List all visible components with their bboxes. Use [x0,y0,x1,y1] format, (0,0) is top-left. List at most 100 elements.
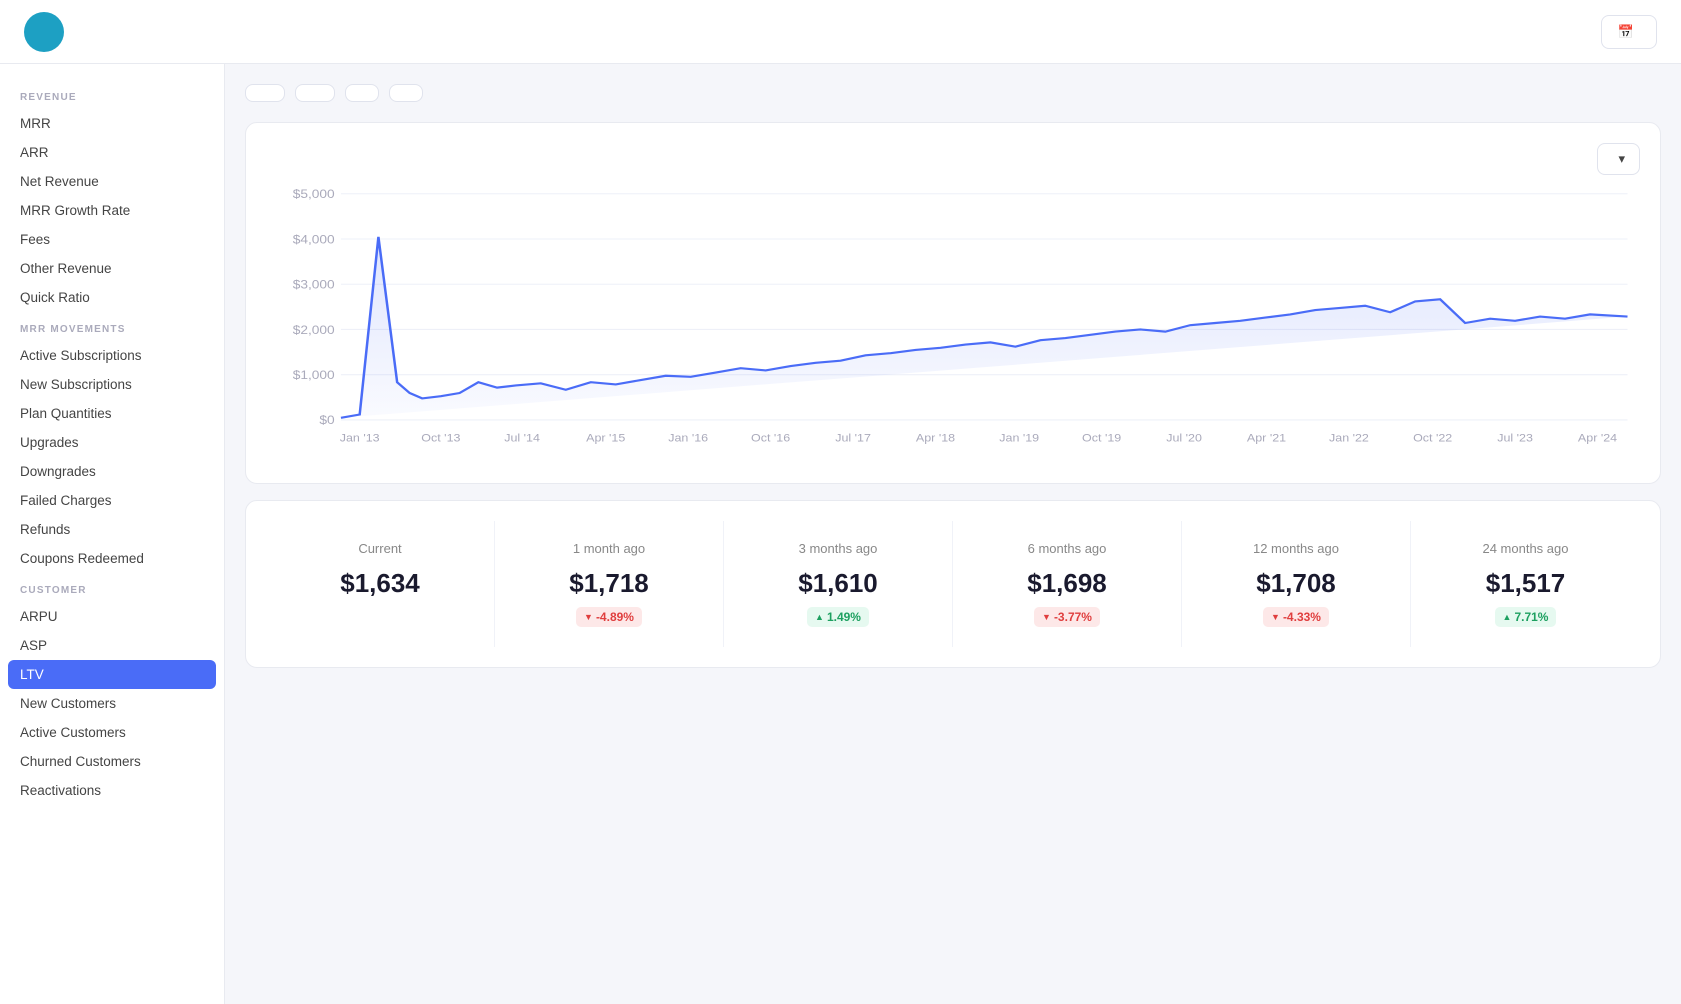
comparison-col-3-months-ago: 3 months ago $1,610 ▲1.49% [724,521,953,647]
svg-text:Oct '16: Oct '16 [751,432,790,444]
header: 📅 [0,0,1681,64]
sidebar-section-customer: CUSTOMER [0,573,224,602]
svg-text:Jul '14: Jul '14 [504,432,540,444]
svg-text:$0: $0 [319,413,334,427]
comp-period-label: 24 months ago [1482,541,1568,556]
svg-text:Apr '21: Apr '21 [1247,432,1286,444]
sidebar-item-refunds[interactable]: Refunds [0,515,224,544]
comparison-table: Current$1,6341 month ago$1,718▼-4.89%3 m… [266,521,1640,647]
svg-text:$1,000: $1,000 [293,368,335,382]
trendlines-button[interactable] [295,84,335,102]
svg-text:Jul '20: Jul '20 [1166,432,1202,444]
comparison-card: Current$1,6341 month ago$1,718▼-4.89%3 m… [245,500,1661,668]
comp-badge: ▼-4.89% [576,607,642,627]
comparison-col-1-month-ago: 1 month ago$1,718▼-4.89% [495,521,724,647]
comp-period-label: Current [358,541,401,556]
sidebar-item-reactivations[interactable]: Reactivations [0,776,224,805]
annotations-button[interactable] [345,84,379,102]
period-select[interactable]: ▾ [1597,143,1640,175]
comp-value: $1,517 [1486,568,1566,599]
sidebar: REVENUEMRRARRNet RevenueMRR Growth RateF… [0,64,225,1004]
header-left [24,12,88,52]
comparison-col-12-months-ago: 12 months ago $1,708 ▼-4.33% [1182,521,1411,647]
comparison-col-current: Current $1,634 [266,521,495,647]
svg-text:$2,000: $2,000 [293,323,335,337]
chart-container: $5,000 $4,000 $3,000 $2,000 $1,000 $0 Ja… [266,183,1640,463]
sidebar-section-revenue: REVENUE [0,80,224,109]
app-body: REVENUEMRRARRNet RevenueMRR Growth RateF… [0,64,1681,1004]
badge-text: -3.77% [1054,610,1092,624]
svg-text:Oct '19: Oct '19 [1082,432,1121,444]
svg-text:Oct '13: Oct '13 [421,432,460,444]
badge-text: 7.71% [1514,610,1548,624]
toolbar [245,84,1661,102]
badge-arrow-icon: ▲ [1503,612,1512,622]
comp-period-label: 12 months ago [1253,541,1339,556]
sidebar-item-plan-quantities[interactable]: Plan Quantities [0,399,224,428]
comp-value: $1,634 [340,568,420,599]
main-content: ▾ [225,64,1681,1004]
comp-badge: ▼-4.33% [1263,607,1329,627]
sidebar-item-fees[interactable]: Fees [0,225,224,254]
sidebar-item-asp[interactable]: ASP [0,631,224,660]
svg-text:$5,000: $5,000 [293,187,335,201]
svg-text:Apr '18: Apr '18 [916,432,955,444]
badge-text: 1.49% [827,610,861,624]
sidebar-item-failed-charges[interactable]: Failed Charges [0,486,224,515]
comparison-col-24-months-ago: 24 months ago $1,517 ▲7.71% [1411,521,1640,647]
svg-text:Apr '15: Apr '15 [586,432,625,444]
sidebar-item-active-customers[interactable]: Active Customers [0,718,224,747]
sidebar-item-upgrades[interactable]: Upgrades [0,428,224,457]
sidebar-item-mrr[interactable]: MRR [0,109,224,138]
period-chevron: ▾ [1618,151,1625,167]
chart-svg: $5,000 $4,000 $3,000 $2,000 $1,000 $0 Ja… [266,183,1640,463]
badge-arrow-icon: ▼ [1271,612,1280,622]
badge-text: -4.33% [1283,610,1321,624]
date-range[interactable]: 📅 [1601,15,1657,49]
sidebar-item-churned-customers[interactable]: Churned Customers [0,747,224,776]
svg-text:Jan '19: Jan '19 [999,432,1039,444]
svg-text:Jan '13: Jan '13 [340,432,380,444]
logo [24,12,64,52]
comp-badge: ▲1.49% [807,607,869,627]
chart-header: ▾ [266,143,1640,175]
sidebar-item-arr[interactable]: ARR [0,138,224,167]
badge-arrow-icon: ▼ [1042,612,1051,622]
sidebar-item-other-revenue[interactable]: Other Revenue [0,254,224,283]
sidebar-item-net-revenue[interactable]: Net Revenue [0,167,224,196]
svg-text:Apr '24: Apr '24 [1578,432,1618,444]
svg-text:Jul '23: Jul '23 [1497,432,1533,444]
calendar-icon: 📅 [1618,24,1634,40]
sidebar-item-downgrades[interactable]: Downgrades [0,457,224,486]
badge-arrow-icon: ▲ [815,612,824,622]
sidebar-item-quick-ratio[interactable]: Quick Ratio [0,283,224,312]
sidebar-item-arpu[interactable]: ARPU [0,602,224,631]
chart-card: ▾ [245,122,1661,484]
svg-text:Jan '16: Jan '16 [668,432,708,444]
sidebar-item-ltv[interactable]: LTV [8,660,216,689]
comp-badge: ▲7.71% [1495,607,1557,627]
benchmark-button[interactable] [389,84,423,102]
comp-badge: ▼-3.77% [1034,607,1100,627]
comp-value: $1,698 [1027,568,1107,599]
sidebar-item-new-subscriptions[interactable]: New Subscriptions [0,370,224,399]
badge-arrow-icon: ▼ [584,612,593,622]
svg-text:Jul '17: Jul '17 [835,432,871,444]
sidebar-item-new-customers[interactable]: New Customers [0,689,224,718]
svg-text:Jan '22: Jan '22 [1329,432,1369,444]
sidebar-item-mrr-growth-rate[interactable]: MRR Growth Rate [0,196,224,225]
sidebar-section-mrr-movements: MRR MOVEMENTS [0,312,224,341]
svg-text:Oct '22: Oct '22 [1413,432,1452,444]
svg-text:$4,000: $4,000 [293,232,335,246]
svg-text:$3,000: $3,000 [293,277,335,291]
sidebar-item-active-subscriptions[interactable]: Active Subscriptions [0,341,224,370]
comp-value: $1,708 [1256,568,1336,599]
badge-text: -4.89% [596,610,634,624]
sidebar-item-coupons-redeemed[interactable]: Coupons Redeemed [0,544,224,573]
comp-period-label: 3 months ago [799,541,878,556]
comp-value: $1,718 [569,568,649,599]
compare-dates-button[interactable] [245,84,285,102]
comp-value: $1,610 [798,568,878,599]
comparison-col-6-months-ago: 6 months ago $1,698 ▼-3.77% [953,521,1182,647]
comp-period-label: 6 months ago [1028,541,1107,556]
